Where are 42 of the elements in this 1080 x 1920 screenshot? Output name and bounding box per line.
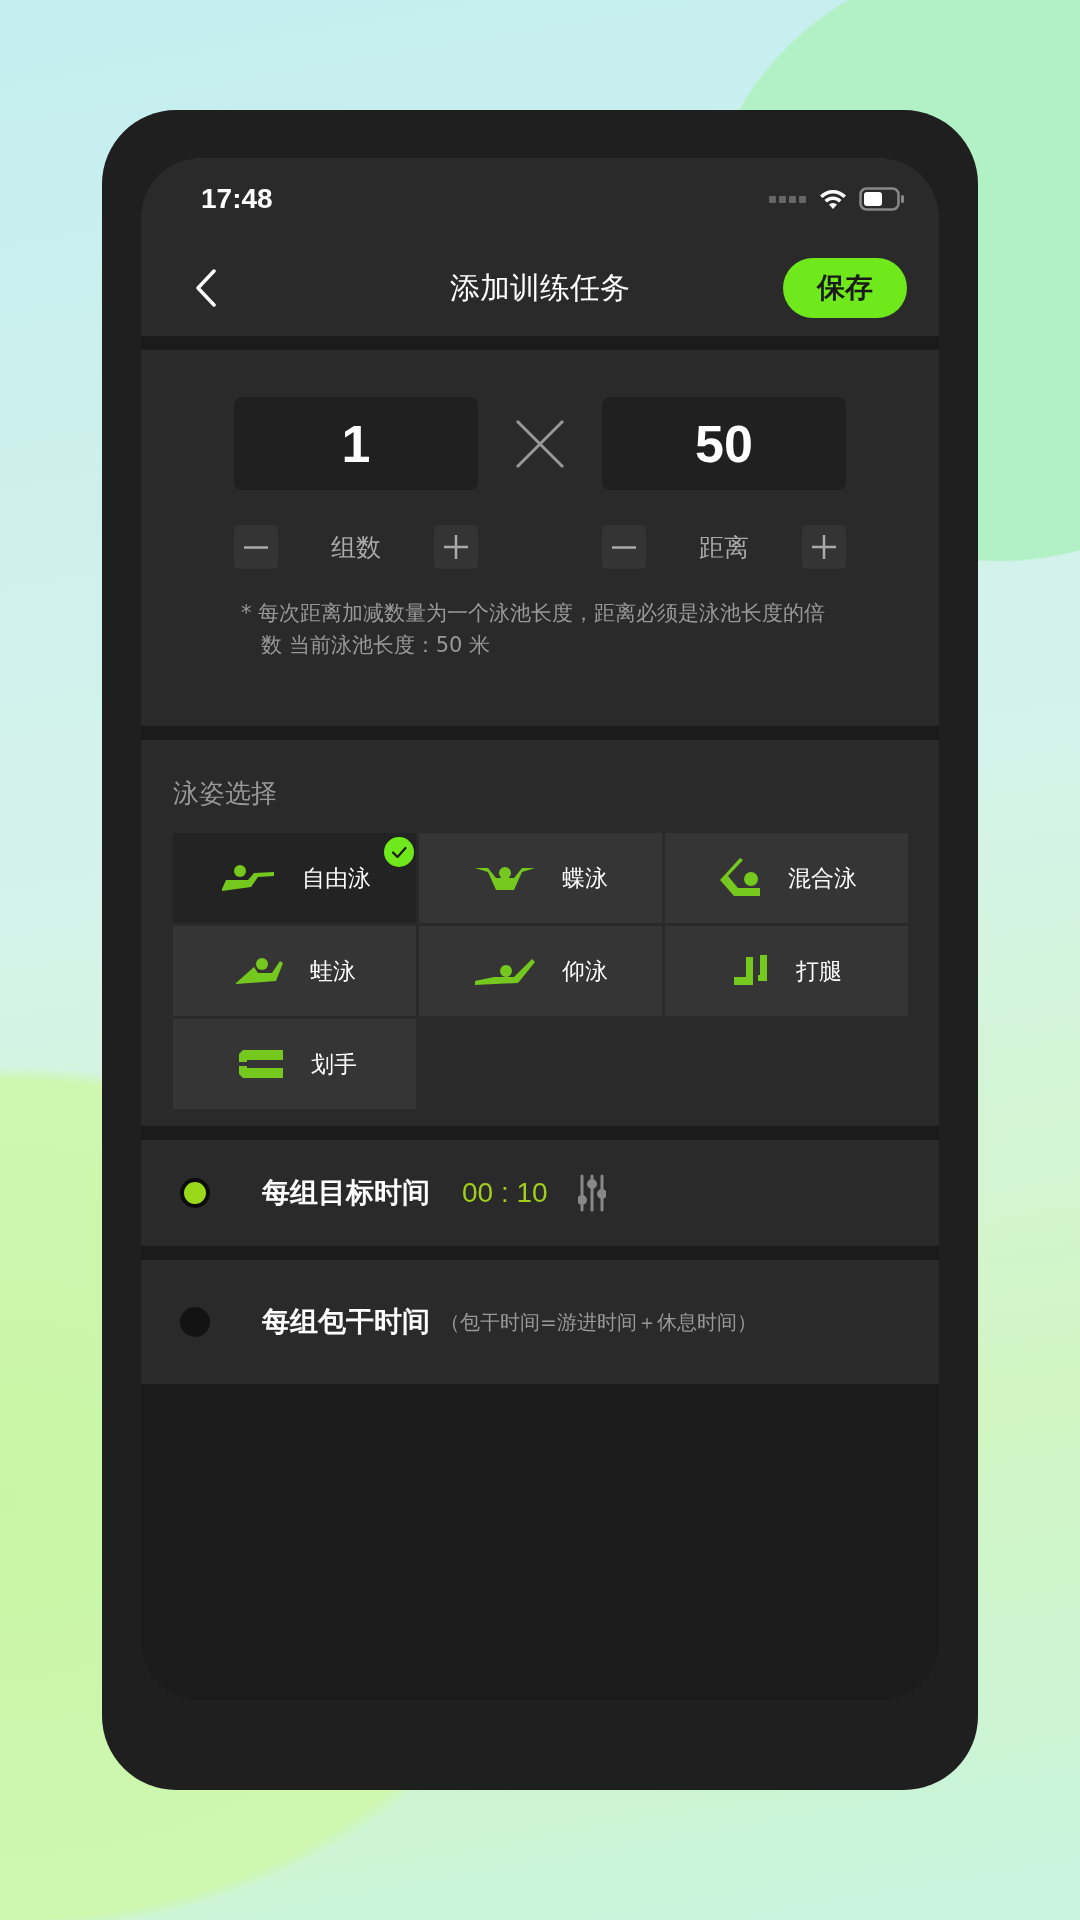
plus-button[interactable] bbox=[802, 525, 846, 569]
time-option-row[interactable]: 每组目标时间 00 : 10 bbox=[141, 1140, 939, 1246]
save-button[interactable]: 保存 bbox=[783, 258, 907, 318]
stepper-label: 组数 bbox=[331, 531, 381, 564]
stroke-option[interactable]: 自由泳 bbox=[173, 833, 416, 923]
legs-icon bbox=[731, 955, 770, 987]
check-icon bbox=[384, 837, 414, 867]
radio-button[interactable] bbox=[180, 1307, 210, 1337]
value-field[interactable]: 50 bbox=[602, 397, 846, 490]
back-icon[interactable] bbox=[195, 269, 217, 307]
sliders-icon[interactable] bbox=[577, 1174, 606, 1212]
time-option-row[interactable]: 每组包干时间 （包干时间=游进时间＋休息时间） bbox=[141, 1260, 939, 1384]
stroke-option[interactable]: 蛙泳 bbox=[173, 926, 416, 1016]
plus-icon bbox=[443, 534, 469, 560]
option-label: 每组目标时间 bbox=[262, 1175, 430, 1211]
value-field[interactable]: 1 bbox=[234, 397, 478, 490]
plus-icon bbox=[811, 534, 837, 560]
page-title: 添加训练任务 bbox=[449, 268, 631, 307]
stroke-option[interactable]: 蝶泳 bbox=[419, 833, 662, 923]
option-label: 每组包干时间 bbox=[262, 1304, 430, 1340]
section-title: 泳姿选择 bbox=[173, 777, 278, 810]
battery-icon bbox=[859, 187, 905, 211]
note-text: * 每次距离加减数量为一个泳池长度，距离必须是泳池长度的倍数 当前泳池长度：50 米 bbox=[241, 600, 827, 659]
minus-icon bbox=[611, 545, 637, 549]
minus-button[interactable] bbox=[602, 525, 646, 569]
time-value[interactable]: 00 : 10 bbox=[462, 1177, 548, 1209]
swimmer-icon bbox=[473, 957, 536, 985]
plus-button[interactable] bbox=[434, 525, 478, 569]
stepper-label: 距离 bbox=[699, 531, 749, 564]
stroke-option[interactable]: 仰泳 bbox=[419, 926, 662, 1016]
multiply-icon bbox=[515, 418, 565, 469]
hint-text: （包干时间=游进时间＋休息时间） bbox=[440, 1308, 757, 1336]
stroke-option[interactable]: 打腿 bbox=[665, 926, 908, 1016]
signal-icon bbox=[769, 194, 807, 204]
stroke-option[interactable]: 划手 bbox=[173, 1019, 416, 1109]
swimmer-icon bbox=[233, 957, 284, 985]
status-time: 17:48 bbox=[201, 183, 273, 215]
stroke-option[interactable]: 混合泳 bbox=[665, 833, 908, 923]
minus-icon bbox=[243, 545, 269, 549]
wifi-icon bbox=[819, 188, 847, 210]
radio-button[interactable] bbox=[180, 1178, 210, 1208]
minus-button[interactable] bbox=[234, 525, 278, 569]
